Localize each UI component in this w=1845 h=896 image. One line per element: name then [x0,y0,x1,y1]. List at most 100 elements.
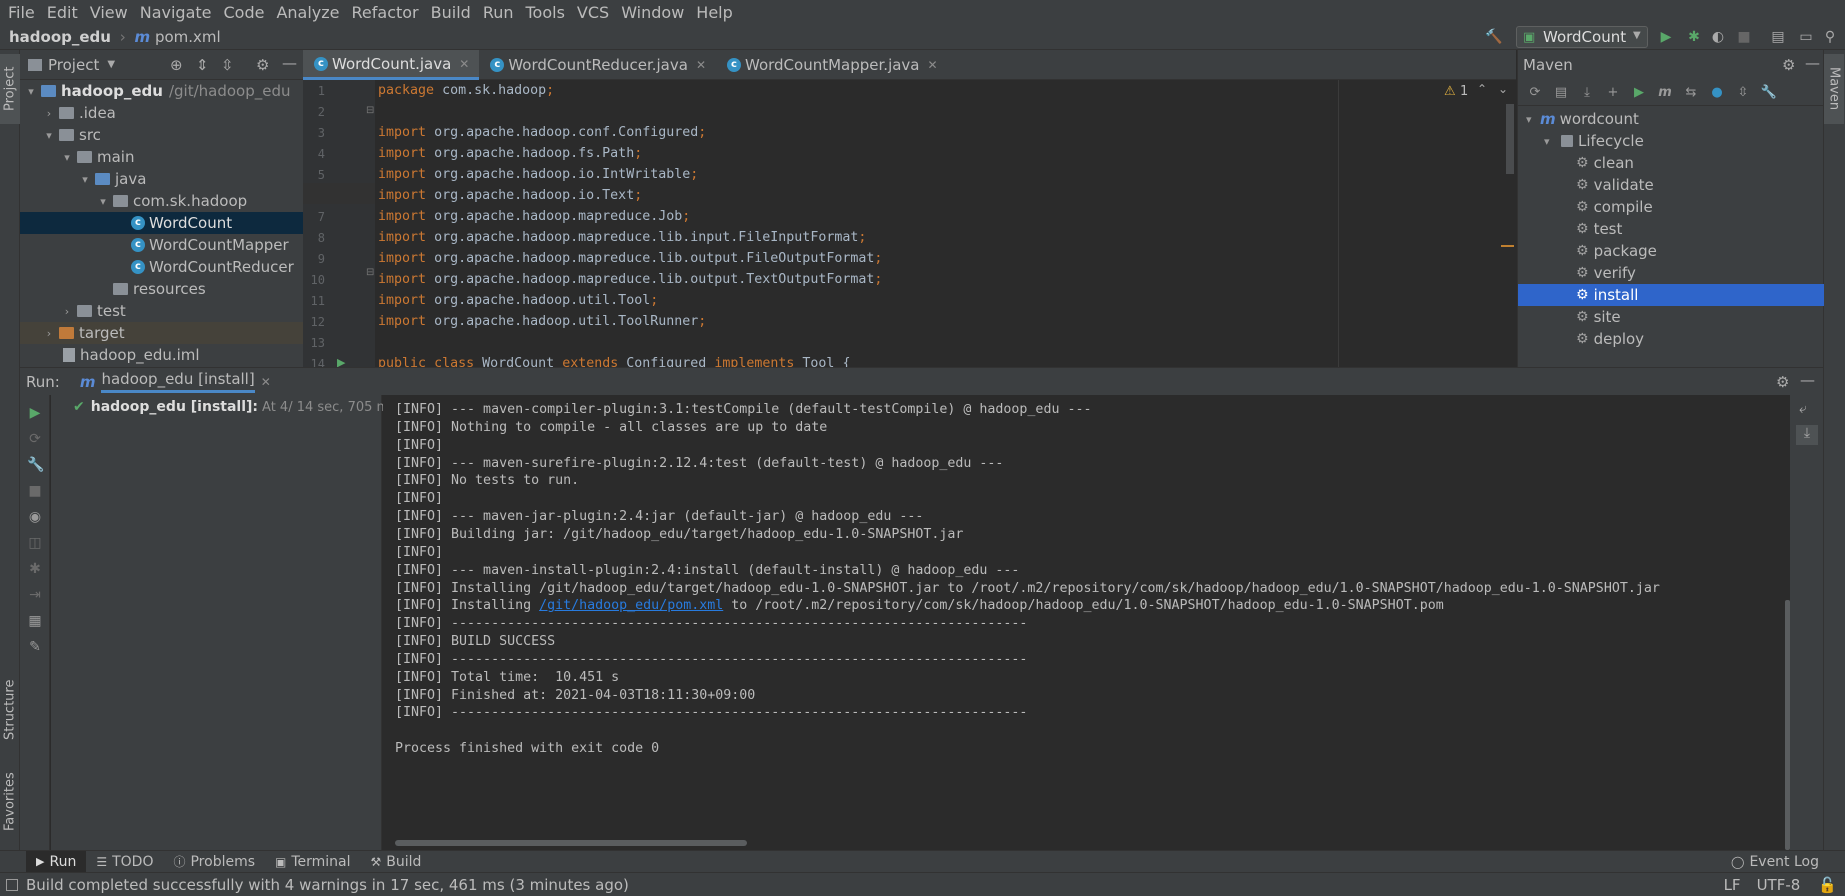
maven-phase-verify[interactable]: ⚙ verify [1518,262,1824,284]
fold-icon[interactable]: ⊟ [366,105,374,116]
chevron-up-icon[interactable]: ⌃ [1477,82,1487,96]
warning-marker[interactable] [1501,245,1514,247]
maven-project-wordcount[interactable]: ▾ m wordcount [1518,108,1824,130]
project-structure-icon[interactable]: ▤ [1768,27,1788,47]
bottom-tab-todo[interactable]: ☰ TODO [86,851,163,873]
chevron-down-icon[interactable]: ⌄ [1498,82,1508,96]
run-icon[interactable]: ▶ [1626,85,1652,100]
bottom-tab-run[interactable]: ▶ Run [26,850,87,873]
search-everywhere-icon[interactable]: ⚲ [1820,27,1840,47]
scroll-to-end-icon[interactable]: ⤓ [1796,425,1818,445]
tree-item-wordcountreducer[interactable]: c WordCountReducer [20,256,303,278]
menu-refactor[interactable]: Refactor [346,3,425,22]
skip-tests-icon[interactable]: ● [1704,85,1730,100]
maven-phase-deploy[interactable]: ⚙ deploy [1518,328,1824,350]
add-maven-project-icon[interactable]: ▤ [1548,85,1574,100]
menu-edit[interactable]: Edit [41,3,84,22]
download-icon[interactable]: ⤓ [1574,85,1600,100]
maven-lifecycle-group[interactable]: ▾ Lifecycle [1518,130,1824,152]
tree-item-package[interactable]: ▾ com.sk.hadoop [20,190,303,212]
tree-item-main[interactable]: ▾ main [20,146,303,168]
hide-icon[interactable]: — [282,54,297,72]
bottom-tab-build[interactable]: ⚒ Build [361,851,432,873]
tree-item-java[interactable]: ▾ java [20,168,303,190]
close-icon[interactable]: ✕ [261,375,271,389]
event-log-button[interactable]: ◯ Event Log [1721,851,1829,873]
warning-icon[interactable]: ⚠ [1444,84,1456,99]
close-icon[interactable]: ✕ [696,58,706,72]
file-link[interactable]: /git/hadoop_edu/pom.xml [539,598,723,613]
close-icon[interactable]: ✕ [928,58,938,72]
rerun-failed-icon[interactable]: ⟳ [27,431,43,447]
tree-item-src[interactable]: ▾ src [20,124,303,146]
side-tab-structure[interactable]: Structure [0,670,20,750]
collapse-all-icon[interactable]: ⇳ [221,56,234,74]
layout-icon[interactable]: ▭ [1796,27,1816,47]
line-separator[interactable]: LF [1724,876,1741,894]
menu-file[interactable]: File [2,3,41,22]
add-icon[interactable]: + [1600,85,1626,100]
chevron-down-icon[interactable]: ▼ [107,59,115,70]
stop-icon[interactable]: ■ [1734,27,1754,47]
tree-item-idea[interactable]: › .idea [20,102,303,124]
tab-wordcountmapper[interactable]: c WordCountMapper.java ✕ [716,50,948,80]
coverage-icon[interactable]: ◐ [1708,27,1728,47]
gear-icon[interactable]: ⚙ [1776,373,1789,391]
exit-icon[interactable]: ⇥ [27,587,43,603]
console-output[interactable]: [INFO] --- maven-compiler-plugin:3.1:tes… [383,395,1790,850]
stop-icon[interactable]: ■ [27,483,43,499]
fold-icon[interactable]: ⊟ [366,267,374,278]
hide-icon[interactable]: — [1800,371,1815,389]
wrench-icon[interactable]: 🔧 [1756,85,1782,100]
maven-phase-install[interactable]: ⚙ install [1518,284,1824,306]
tree-item-iml[interactable]: hadoop_edu.iml [20,344,303,366]
maven-phase-compile[interactable]: ⚙ compile [1518,196,1824,218]
build-hammer-icon[interactable]: 🔨 [1484,27,1504,47]
show-icon[interactable]: ◉ [27,509,43,525]
editor-scrollbar[interactable] [1506,104,1514,174]
menu-run[interactable]: Run [477,3,520,22]
layout-icon[interactable]: ▦ [27,613,43,629]
code-editor[interactable]: package com.sk.hadoop; import org.apache.… [375,80,1516,367]
maven-phase-site[interactable]: ⚙ site [1518,306,1824,328]
gear-icon[interactable]: ⚙ [1782,56,1795,74]
tree-item-wordcountmapper[interactable]: c WordCountMapper [20,234,303,256]
maven-phase-test[interactable]: ⚙ test [1518,218,1824,240]
maven-phase-clean[interactable]: ⚙ clean [1518,152,1824,174]
bottom-tab-problems[interactable]: ⓘ Problems [163,851,265,873]
tab-wordcount[interactable]: c WordCount.java ✕ [303,50,480,80]
gear-icon[interactable]: ⚙ [256,56,269,74]
status-toggle-icon[interactable] [6,878,18,891]
run-tab[interactable]: hadoop_edu [install] [101,370,255,393]
breadcrumb-project[interactable]: hadoop_edu [9,28,111,46]
run-configuration-select[interactable]: ▣ WordCount ▼ [1516,26,1648,48]
wrench-icon[interactable]: 🔧 [27,457,44,473]
menu-view[interactable]: View [84,3,134,22]
menu-window[interactable]: Window [615,3,690,22]
menu-navigate[interactable]: Navigate [134,3,218,22]
lock-icon[interactable]: 🔓 [1818,876,1837,894]
tab-wordcountreducer[interactable]: c WordCountReducer.java ✕ [479,50,716,80]
tree-item-resources[interactable]: resources [20,278,303,300]
status-message[interactable]: Build completed successfully with 4 warn… [26,876,629,894]
bug-icon[interactable]: ✱ [27,561,43,577]
maven-phase-package[interactable]: ⚙ package [1518,240,1824,262]
pin-icon[interactable]: ✎ [27,639,43,655]
side-tab-project[interactable]: Project [0,54,20,124]
tree-item-test[interactable]: › test [20,300,303,322]
console-horizontal-scrollbar[interactable] [395,840,747,846]
menu-build[interactable]: Build [425,3,477,22]
tree-item-wordcount[interactable]: c WordCount [20,212,303,234]
collapse-all-icon[interactable]: ⇳ [1730,85,1756,100]
menu-analyze[interactable]: Analyze [270,3,345,22]
camera-icon[interactable]: ◫ [27,535,43,551]
maven-phase-validate[interactable]: ⚙ validate [1518,174,1824,196]
hide-icon[interactable]: — [1805,54,1820,72]
expand-all-icon[interactable]: ⇕ [196,56,209,74]
project-panel-title[interactable]: Project [48,56,99,74]
rerun-icon[interactable]: ▶ [27,405,43,421]
menu-tools[interactable]: Tools [520,3,571,22]
run-icon[interactable]: ▶ [1656,27,1676,47]
menu-vcs[interactable]: VCS [571,3,615,22]
side-tab-maven[interactable]: Maven [1824,54,1844,124]
